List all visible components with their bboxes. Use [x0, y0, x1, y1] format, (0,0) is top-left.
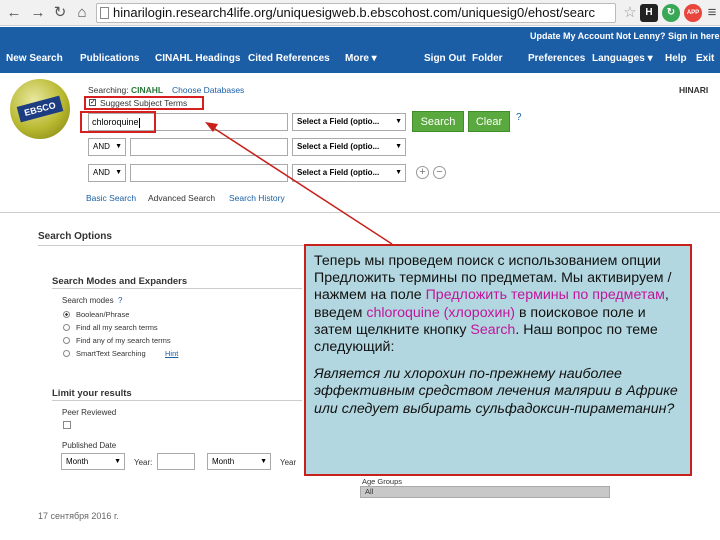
callout-instructions: Теперь мы проведем поиск с использование…: [314, 253, 672, 356]
instruction-callout: Теперь мы проведем поиск с использование…: [304, 244, 692, 476]
highlight-search: Search: [470, 321, 516, 338]
highlight-suggest-terms: Предложить термины по предметам: [425, 287, 665, 304]
callout-question: Является ли хлорохин по-прежнему наиболе…: [314, 366, 678, 417]
highlight-chloroquine: chloroquine (хлорохин): [366, 304, 516, 321]
arrow-line: [211, 126, 393, 245]
